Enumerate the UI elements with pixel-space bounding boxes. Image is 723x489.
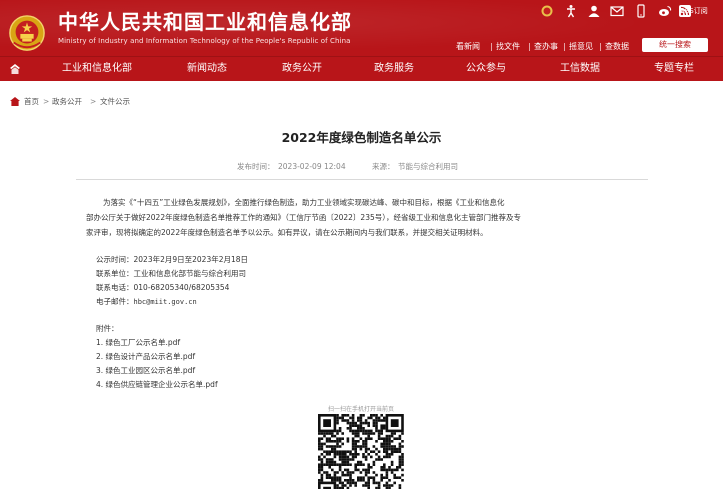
weibo-icon[interactable] (658, 4, 672, 18)
nav-item-special-topics[interactable]: 专题专栏 (654, 57, 694, 82)
nav-item-ministry[interactable]: 工业和信息化部 (62, 57, 132, 82)
quick-link-divider (529, 43, 530, 51)
source-name: 节能与综合利用司 (398, 162, 458, 171)
nav-home-icon[interactable] (8, 62, 22, 76)
mail-icon[interactable] (610, 4, 624, 18)
site-title[interactable]: 中华人民共和国工业和信息化部 (58, 10, 352, 34)
emblem-mini-icon[interactable] (540, 4, 554, 18)
breadcrumb-separator: > (43, 97, 50, 106)
nav-item-news[interactable]: 新闻动态 (187, 57, 227, 82)
publish-label: 发布时间： (237, 162, 275, 171)
title-divider (76, 179, 648, 180)
nav-item-gov-services[interactable]: 政务服务 (374, 57, 414, 82)
quick-link-divider (564, 43, 565, 51)
quick-link-feedback[interactable]: 摇意见 (569, 41, 593, 53)
quick-link-news[interactable]: 看新闻 (456, 41, 480, 53)
quick-link-divider (600, 43, 601, 51)
quick-link-data[interactable]: 查数据 (605, 41, 629, 53)
article-title: 2022年度绿色制造名单公示 (281, 130, 442, 145)
qr-code-image (318, 414, 404, 489)
quick-link-files[interactable]: 找文件 (496, 41, 520, 53)
breadcrumb-separator: > (90, 97, 97, 106)
body-paragraph-line: 部办公厅关于做好2022年度绿色制造名单推荐工作的通知》（工信厅节函〔2022〕… (86, 213, 521, 222)
nav-item-data[interactable]: 工信数据 (560, 57, 600, 82)
publish-date: 2023-02-09 12:04 (278, 162, 346, 171)
quick-link-services[interactable]: 查办事 (534, 41, 558, 53)
email-label: 电子邮件： (96, 297, 134, 306)
attachment-link[interactable]: 1. 绿色工厂公示名单.pdf (96, 337, 180, 349)
article-meta: 发布时间： 2023-02-09 12:04 来源： 节能与综合利用司 (0, 161, 723, 173)
source-label: 来源： (372, 162, 395, 171)
breadcrumb-home[interactable]: 首页 (24, 96, 39, 108)
contact-email-row: 电子邮件：hbc@miit.gov.cn (96, 296, 197, 308)
breadcrumb-gov-affairs[interactable]: 政务公开 (52, 96, 82, 108)
notice-period: 公示时间：2023年2月9日至2023年2月18日 (96, 255, 249, 264)
site-header: 中华人民共和国工业和信息化部 Ministry of Industry and … (0, 0, 723, 56)
rss-label[interactable]: RSS订阅 (680, 6, 708, 16)
unified-search-button[interactable]: 统一搜索 (642, 38, 708, 52)
attachment-link[interactable]: 3. 绿色工业园区公示名单.pdf (96, 365, 195, 377)
main-nav: 工业和信息化部 新闻动态 政务公开 政务服务 公众参与 工信数据 专题专栏 (0, 56, 723, 81)
email-link[interactable]: hbc@miit.gov.cn (134, 298, 197, 306)
nav-item-public-participation[interactable]: 公众参与 (466, 57, 506, 82)
attachments-label: 附件： (96, 324, 119, 333)
site-subtitle: Ministry of Industry and Information Tec… (58, 37, 351, 45)
nav-item-gov-affairs[interactable]: 政务公开 (282, 57, 322, 82)
national-emblem-icon[interactable] (8, 14, 46, 52)
qr-caption: 扫一扫在手机打开当前页 (327, 406, 394, 413)
attachment-link[interactable]: 2. 绿色设计产品公示名单.pdf (96, 351, 195, 363)
user-icon[interactable] (587, 4, 601, 18)
body-paragraph-line: 家评审，现将拟确定的2022年度绿色制造名单予以公示。如有异议，请在公示期间内与… (86, 228, 488, 237)
contact-phone: 联系电话：010-68205340/68205354 (96, 283, 230, 292)
breadcrumb-file-notice[interactable]: 文件公示 (100, 96, 130, 108)
quick-link-divider (491, 43, 492, 51)
accessibility-icon[interactable] (564, 4, 578, 18)
mobile-icon[interactable] (634, 4, 648, 18)
attachment-link[interactable]: 4. 绿色供应链管理企业公示名单.pdf (96, 379, 218, 391)
body-paragraph-line: 为落实《“十四五”工业绿色发展规划》，全面推行绿色制造，助力工业领域实现碳达峰、… (103, 198, 505, 207)
breadcrumb-home-icon (10, 97, 20, 106)
contact-unit: 联系单位：工业和信息化部节能与综合利用司 (96, 269, 246, 278)
